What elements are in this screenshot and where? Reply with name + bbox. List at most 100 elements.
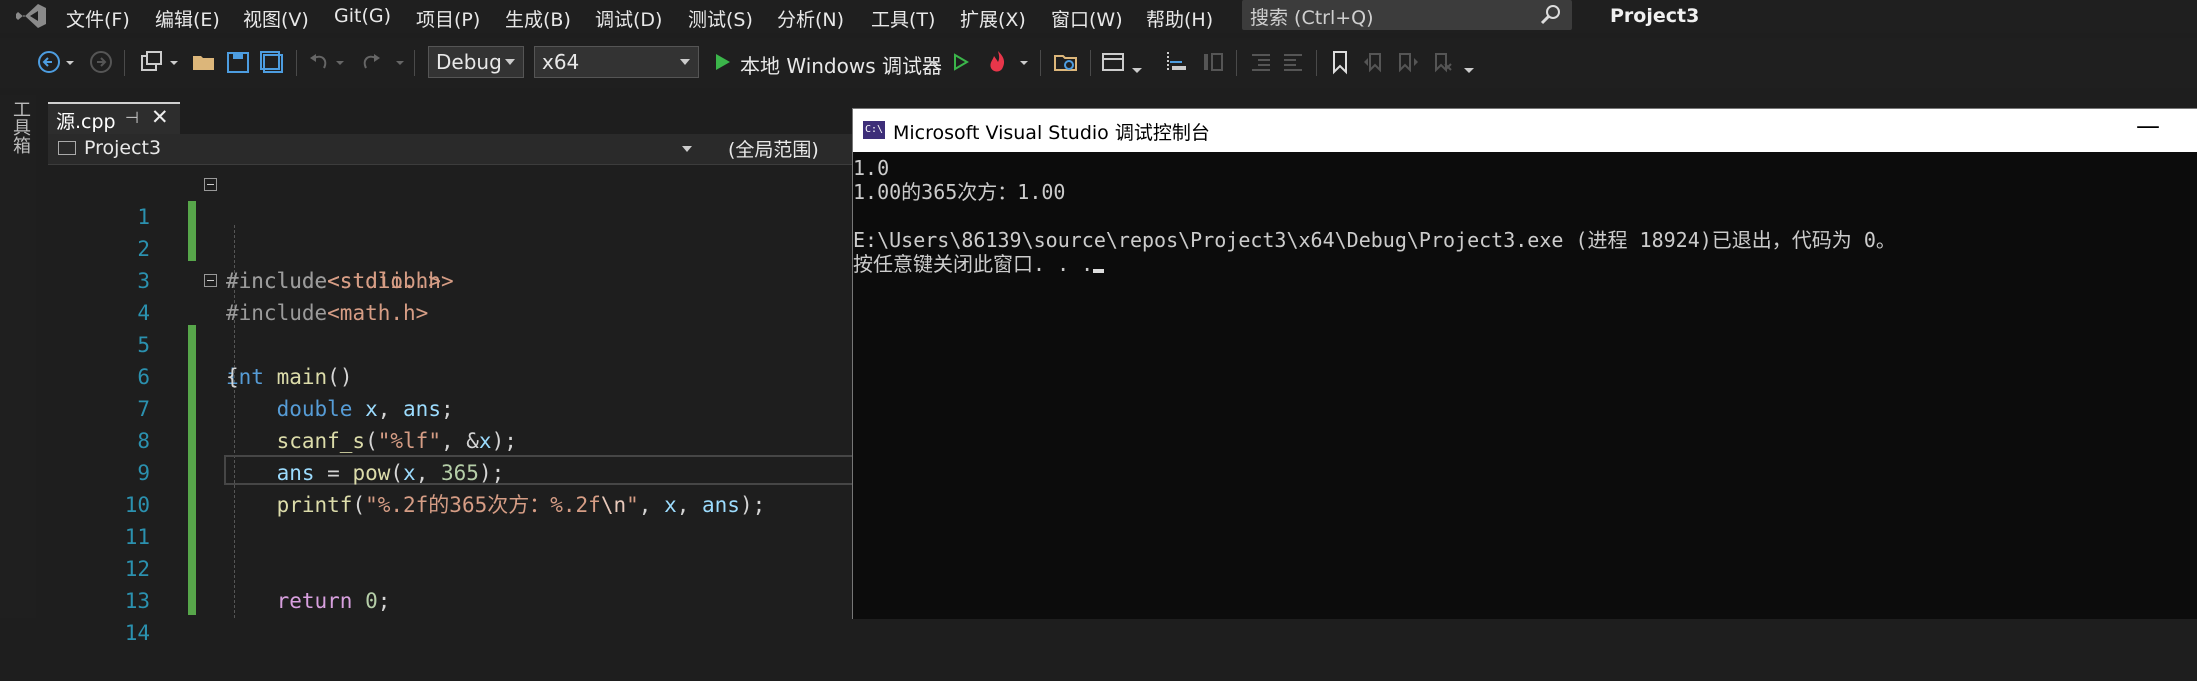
toolbar-separator bbox=[296, 50, 297, 76]
toolbox-strip bbox=[0, 95, 36, 618]
solution-platform-dropdown[interactable]: x64 bbox=[534, 46, 699, 78]
minimize-button[interactable]: — bbox=[2136, 112, 2160, 140]
undo-icon[interactable] bbox=[306, 48, 332, 76]
code-line: 14 bbox=[48, 585, 858, 645]
toolbar-separator bbox=[414, 50, 415, 76]
open-folder-icon[interactable] bbox=[190, 48, 218, 76]
menu-analyze[interactable]: 分析(N) bbox=[777, 5, 844, 32]
code-line: 5 { bbox=[48, 297, 858, 389]
scope-dropdown[interactable]: (全局范围) bbox=[728, 135, 819, 162]
chevron-down-icon[interactable] bbox=[394, 48, 406, 76]
toolbar-separator bbox=[1090, 50, 1091, 76]
step-over-icon[interactable] bbox=[1200, 48, 1226, 76]
save-all-icon[interactable] bbox=[258, 48, 286, 76]
console-line: 1.0 bbox=[853, 156, 890, 180]
project-dropdown-value: Project3 bbox=[84, 137, 162, 159]
document-tab-row: 源.cpp ⊣ ✕ bbox=[48, 100, 858, 134]
solution-title: Project3 bbox=[1610, 5, 1700, 27]
chevron-down-icon[interactable] bbox=[1130, 48, 1144, 76]
code-line: 12 return 0; bbox=[48, 521, 858, 613]
code-line: 11 bbox=[48, 489, 858, 549]
solution-platform-value: x64 bbox=[542, 50, 580, 74]
save-icon[interactable] bbox=[224, 48, 252, 76]
hot-reload-icon[interactable] bbox=[984, 48, 1012, 76]
code-line: 2 #include<stdlib.h> bbox=[48, 201, 858, 293]
menu-view[interactable]: 视图(V) bbox=[243, 5, 309, 32]
menu-window[interactable]: 窗口(W) bbox=[1051, 5, 1123, 32]
window-layout-icon[interactable] bbox=[1100, 48, 1130, 76]
close-icon[interactable]: ✕ bbox=[151, 105, 169, 129]
menu-bar: 文件(F) 编辑(E) 视图(V) Git(G) 项目(P) 生成(B) 调试(… bbox=[0, 0, 2197, 33]
code-line: 7 scanf_s("%lf", &x); bbox=[48, 361, 858, 453]
menu-edit[interactable]: 编辑(E) bbox=[155, 5, 220, 32]
code-line: 13 bbox=[48, 553, 858, 613]
standard-toolbar: Debug x64 本地 Windows 调试器 bbox=[0, 38, 2197, 88]
text-cursor bbox=[1093, 269, 1105, 273]
project-dropdown[interactable]: Project3 bbox=[52, 136, 692, 162]
decrease-indent-icon[interactable] bbox=[1248, 48, 1274, 76]
collapse-icon[interactable] bbox=[204, 178, 217, 191]
bookmark-icon[interactable] bbox=[1328, 48, 1352, 76]
code-line: 9 printf("%.2f的365次方：%.2f\n", x, ans); bbox=[48, 425, 858, 517]
menu-file[interactable]: 文件(F) bbox=[66, 5, 130, 32]
menu-extensions[interactable]: 扩展(X) bbox=[960, 5, 1026, 32]
console-output[interactable]: 1.0 1.00的365次方：1.00 E:\Users\86139\sourc… bbox=[853, 152, 2197, 619]
start-debugging-icon[interactable] bbox=[712, 48, 734, 76]
search-box[interactable]: 搜索 (Ctrl+Q) bbox=[1242, 0, 1572, 30]
new-project-icon[interactable] bbox=[138, 48, 166, 76]
toolbox-tab[interactable]: 工具箱 bbox=[10, 100, 33, 154]
console-line: 1.00的365次方：1.00 bbox=[853, 180, 1066, 204]
collapse-icon[interactable] bbox=[204, 274, 217, 287]
clear-bookmarks-icon[interactable] bbox=[1430, 48, 1454, 76]
browse-folder-icon[interactable] bbox=[1052, 48, 1080, 76]
toolbar-separator bbox=[1316, 50, 1317, 76]
solution-configuration-dropdown[interactable]: Debug bbox=[428, 46, 524, 78]
chevron-down-icon[interactable] bbox=[928, 48, 940, 76]
menu-tools[interactable]: 工具(T) bbox=[871, 5, 935, 32]
chevron-down-icon[interactable] bbox=[168, 48, 180, 76]
navigate-forward-icon[interactable] bbox=[88, 48, 114, 76]
console-app-icon: C:\ bbox=[863, 121, 885, 139]
menu-project[interactable]: 项目(P) bbox=[416, 5, 480, 32]
tab-source-cpp[interactable]: 源.cpp ⊣ ✕ bbox=[48, 102, 180, 134]
previous-bookmark-icon[interactable] bbox=[1362, 48, 1386, 76]
chevron-down-icon[interactable] bbox=[1018, 48, 1030, 76]
start-without-debugging-icon[interactable] bbox=[950, 48, 972, 76]
search-icon bbox=[1540, 5, 1560, 25]
next-bookmark-icon[interactable] bbox=[1396, 48, 1420, 76]
menu-debug[interactable]: 调试(D) bbox=[595, 5, 662, 32]
start-debugging-button[interactable]: 本地 Windows 调试器 bbox=[740, 50, 942, 79]
console-title-bar[interactable]: C:\ Microsoft Visual Studio 调试控制台 — bbox=[853, 109, 2197, 152]
redo-icon[interactable] bbox=[358, 48, 384, 76]
search-placeholder: 搜索 (Ctrl+Q) bbox=[1250, 7, 1374, 29]
console-line-with-cursor: 按任意键关闭此窗口. . . bbox=[853, 252, 1105, 276]
chevron-down-icon bbox=[505, 59, 515, 65]
debug-console-window[interactable]: C:\ Microsoft Visual Studio 调试控制台 — 1.0 … bbox=[852, 108, 2197, 619]
menu-git[interactable]: Git(G) bbox=[334, 5, 391, 27]
code-line: 1 #include<stdio.h> bbox=[48, 169, 858, 293]
menu-help[interactable]: 帮助(H) bbox=[1146, 5, 1213, 32]
code-line: 4 int main() bbox=[48, 265, 858, 389]
project-icon bbox=[58, 141, 76, 155]
console-line: 按任意键关闭此窗口. . . bbox=[853, 252, 1094, 276]
code-line: 8 ans = pow(x, 365); bbox=[48, 393, 858, 485]
visual-studio-logo-icon[interactable] bbox=[14, 3, 48, 29]
increase-indent-icon[interactable] bbox=[1280, 48, 1306, 76]
toolbar-separator bbox=[1040, 50, 1041, 76]
pin-icon[interactable]: ⊣ bbox=[125, 108, 139, 127]
console-line: E:\Users\86139\source\repos\Project3\x64… bbox=[853, 228, 1896, 252]
chevron-down-icon bbox=[680, 59, 690, 65]
chevron-down-icon[interactable] bbox=[334, 48, 346, 76]
line-number: 14 bbox=[124, 621, 150, 645]
tab-label: 源.cpp bbox=[56, 111, 116, 133]
step-into-icon[interactable] bbox=[1160, 48, 1190, 76]
chevron-down-icon[interactable] bbox=[64, 48, 76, 76]
code-editor[interactable]: 1 #include<stdio.h> 2 #include<stdlib.h>… bbox=[48, 165, 864, 645]
menu-test[interactable]: 测试(S) bbox=[688, 5, 753, 32]
navigate-back-icon[interactable] bbox=[36, 48, 62, 76]
chevron-down-icon[interactable] bbox=[1462, 48, 1476, 76]
editor-navigation-bar: Project3 (全局范围) bbox=[48, 134, 858, 165]
toolbar-separator bbox=[1236, 50, 1237, 76]
code-line: 3 #include<math.h> bbox=[48, 233, 858, 325]
menu-build[interactable]: 生成(B) bbox=[505, 5, 571, 32]
